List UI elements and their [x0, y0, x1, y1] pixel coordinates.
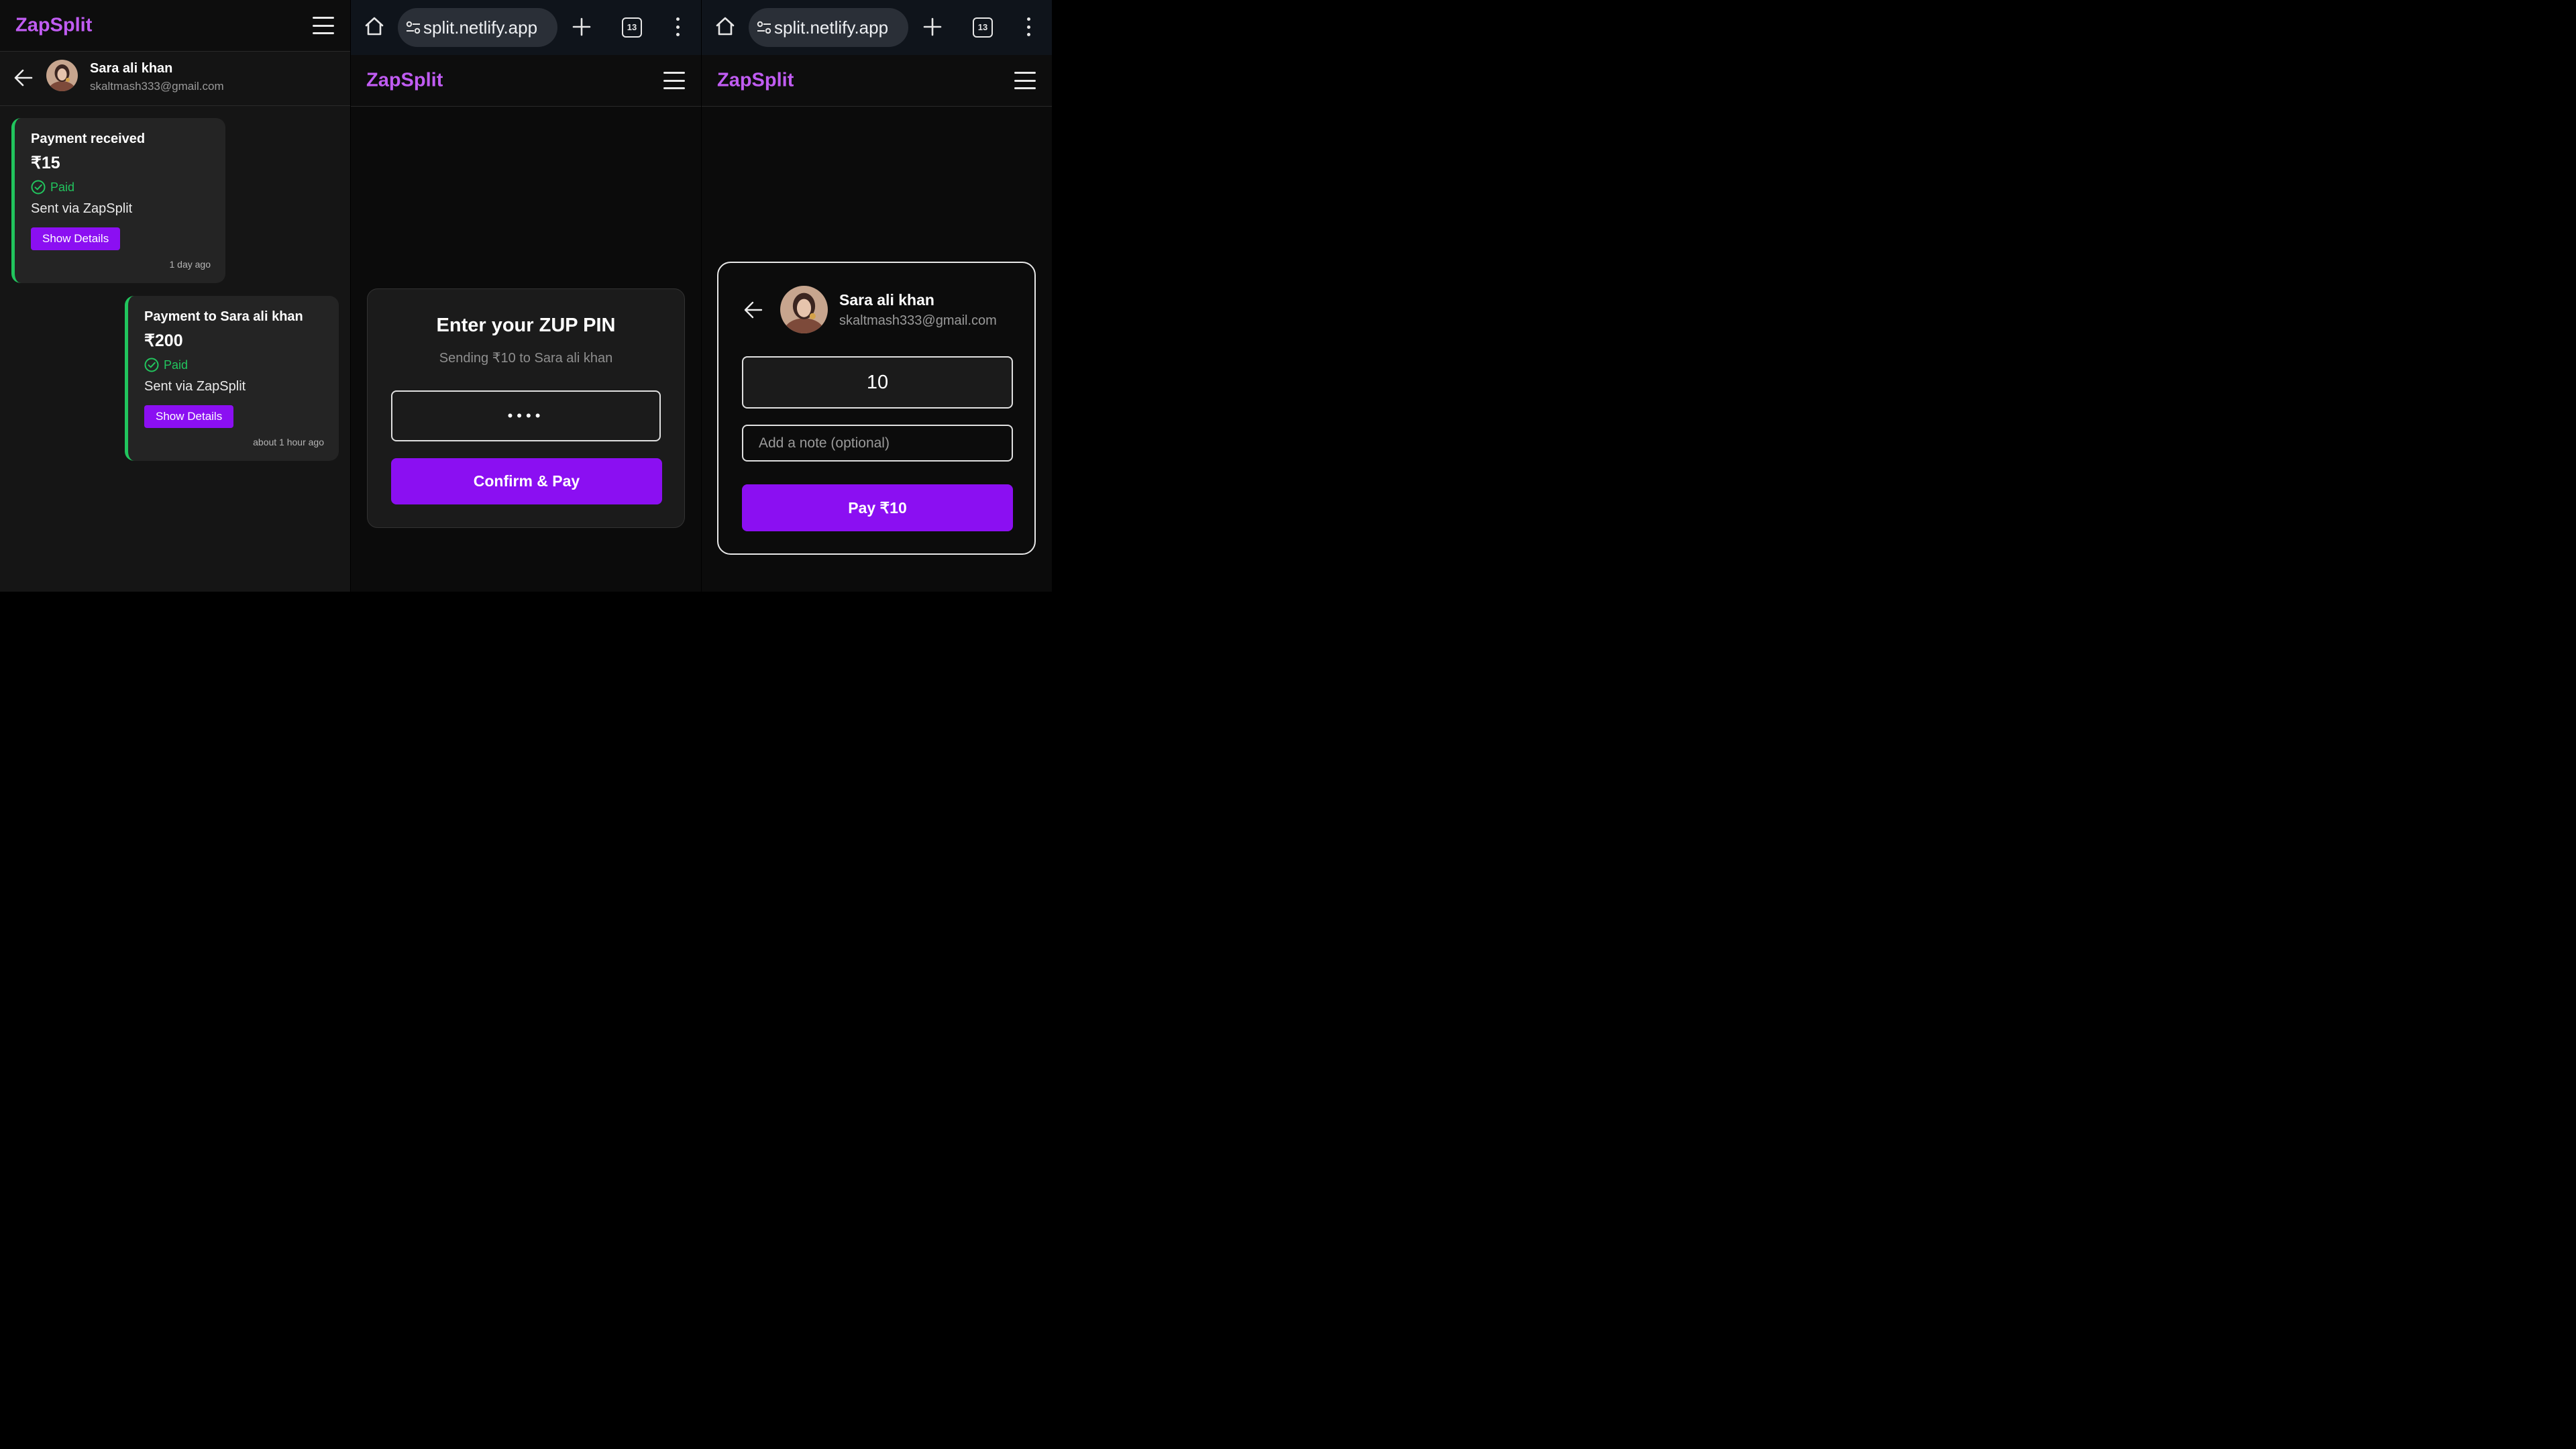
contact-header: Sara ali khan skaltmash333@gmail.com	[0, 52, 350, 106]
url-text: split.netlify.app	[423, 17, 538, 38]
site-settings-icon[interactable]	[405, 19, 422, 36]
pay-panel: split.netlify.app 13 ZapSplit Sara ali k…	[702, 0, 1052, 592]
amount-input[interactable]	[742, 356, 1013, 409]
message-via: Sent via ZapSplit	[31, 201, 133, 216]
message-card: Payment received ₹15 Paid Sent via ZapSp…	[11, 118, 225, 283]
hamburger-menu-icon[interactable]	[1014, 72, 1036, 89]
message-title: Payment received	[31, 131, 146, 146]
message-amount: ₹15	[31, 154, 60, 172]
app-header: ZapSplit	[0, 0, 350, 52]
show-details-button[interactable]: Show Details	[144, 405, 234, 428]
tabs-icon[interactable]: 13	[622, 17, 642, 38]
status-label: Paid	[164, 358, 189, 372]
avatar	[780, 286, 828, 333]
message-status: Paid	[31, 180, 74, 195]
message-time: 1 day ago	[169, 259, 211, 270]
message-status: Paid	[144, 358, 188, 372]
message-amount: ₹200	[144, 331, 183, 350]
chat-panel: ZapSplit Sara ali khan skaltmash333@gmai…	[0, 0, 350, 592]
url-bar[interactable]: split.netlify.app	[398, 8, 557, 47]
home-icon[interactable]	[364, 16, 384, 36]
browser-toolbar: split.netlify.app 13	[702, 0, 1052, 55]
avatar	[46, 60, 78, 91]
check-circle-icon	[144, 358, 159, 372]
more-vert-icon[interactable]	[1026, 17, 1030, 36]
app-logo[interactable]: ZapSplit	[717, 70, 794, 92]
site-settings-icon[interactable]	[755, 19, 773, 36]
contact-email: skaltmash333@gmail.com	[839, 313, 997, 328]
plus-icon[interactable]	[923, 17, 942, 36]
pin-input[interactable]	[391, 390, 661, 441]
back-arrow-icon[interactable]	[14, 69, 33, 87]
message-time: about 1 hour ago	[253, 437, 324, 447]
app-header: ZapSplit	[702, 55, 1052, 107]
tabs-icon[interactable]: 13	[973, 17, 993, 38]
pin-subtitle: Sending ₹10 to Sara ali khan	[439, 351, 613, 366]
contact-name: Sara ali khan	[90, 61, 173, 76]
home-icon[interactable]	[715, 16, 735, 36]
payment-card: Sara ali khan skaltmash333@gmail.com Pay…	[717, 262, 1036, 555]
message-via: Sent via ZapSplit	[144, 379, 246, 394]
pay-button[interactable]: Pay ₹10	[742, 484, 1013, 531]
app-header: ZapSplit	[351, 55, 701, 107]
browser-toolbar: split.netlify.app 13	[351, 0, 701, 55]
more-vert-icon[interactable]	[676, 17, 680, 36]
pin-title: Enter your ZUP PIN	[436, 315, 616, 336]
hamburger-menu-icon[interactable]	[313, 17, 334, 34]
back-arrow-icon[interactable]	[744, 301, 763, 319]
app-logo[interactable]: ZapSplit	[15, 15, 92, 37]
message-card: Payment to Sara ali khan ₹200 Paid Sent …	[125, 296, 339, 461]
check-circle-icon	[31, 180, 46, 195]
confirm-pay-button[interactable]: Confirm & Pay	[391, 458, 662, 504]
plus-icon[interactable]	[572, 17, 591, 36]
message-title: Payment to Sara ali khan	[144, 309, 303, 324]
hamburger-menu-icon[interactable]	[663, 72, 685, 89]
status-label: Paid	[50, 180, 75, 194]
contact-email: skaltmash333@gmail.com	[90, 80, 224, 93]
pin-panel: split.netlify.app 13 ZapSplit Enter your…	[351, 0, 701, 592]
show-details-button[interactable]: Show Details	[31, 227, 121, 250]
url-bar[interactable]: split.netlify.app	[749, 8, 908, 47]
app-logo[interactable]: ZapSplit	[366, 70, 443, 92]
contact-name: Sara ali khan	[839, 291, 934, 309]
note-input[interactable]	[742, 425, 1013, 462]
url-text: split.netlify.app	[774, 17, 889, 38]
pin-dialog: Enter your ZUP PIN Sending ₹10 to Sara a…	[367, 288, 685, 528]
